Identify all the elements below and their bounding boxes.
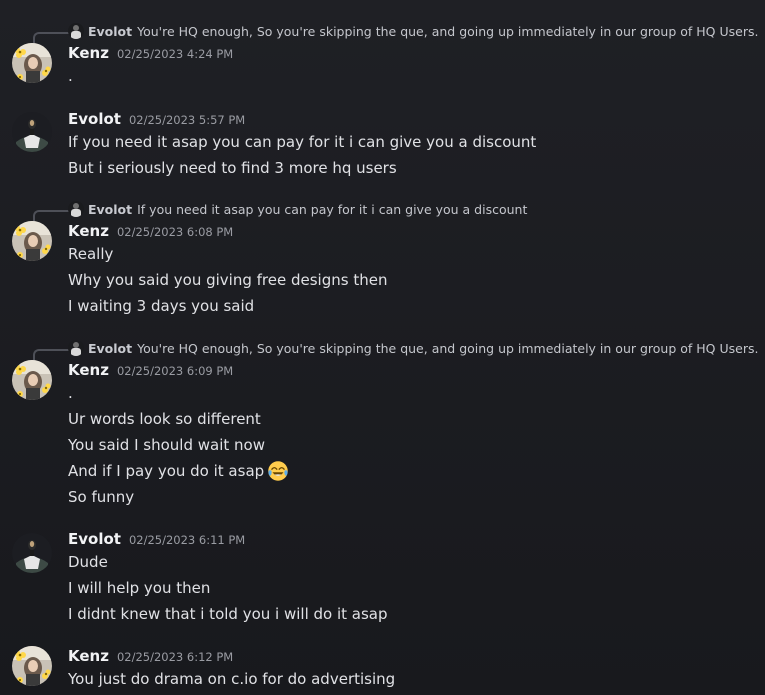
message-text: Why you said you giving free designs the…: [68, 271, 388, 289]
message-text: .: [68, 384, 73, 402]
message-header: Kenz 02/25/2023 6:12 PM: [68, 647, 233, 669]
reply-author[interactable]: Evolot: [88, 341, 132, 356]
author-name[interactable]: Kenz: [68, 44, 109, 62]
message-text: Ur words look so different: [68, 410, 261, 428]
message-text: You said I should wait now: [68, 436, 265, 454]
message-header: Kenz 02/25/2023 6:08 PM: [68, 222, 233, 244]
evolot-mini-avatar: [68, 340, 84, 356]
evolot-avatar[interactable]: [12, 533, 52, 573]
evolot-avatar[interactable]: [12, 112, 52, 152]
message-text-content: And if I pay you do it asap: [68, 462, 265, 480]
author-name[interactable]: Kenz: [68, 222, 109, 240]
message-text: Dude: [68, 553, 108, 571]
message-text: If you need it asap you can pay for it i…: [68, 133, 537, 151]
timestamp: 02/25/2023 4:24 PM: [116, 47, 234, 61]
joy-emoji-icon: [268, 461, 288, 481]
reply-text: You're HQ enough, So you're skipping the…: [137, 340, 759, 356]
timestamp: 02/25/2023 6:09 PM: [116, 364, 234, 378]
reply-spine: [33, 349, 69, 361]
reply-preview[interactable]: Evolot You're HQ enough, So you're skipp…: [68, 21, 758, 41]
reply-preview[interactable]: Evolot You're HQ enough, So you're skipp…: [68, 338, 758, 358]
kenz-avatar[interactable]: [12, 221, 52, 261]
kenz-avatar[interactable]: [12, 43, 52, 83]
reply-author[interactable]: Evolot: [88, 24, 132, 39]
message-text: I waiting 3 days you said: [68, 297, 255, 315]
author-name[interactable]: Evolot: [68, 110, 121, 128]
author-name[interactable]: Kenz: [68, 361, 109, 379]
message-header: Kenz 02/25/2023 6:09 PM: [68, 361, 233, 383]
timestamp: 02/25/2023 5:57 PM: [128, 113, 246, 127]
kenz-avatar[interactable]: [12, 360, 52, 400]
reply-text: If you need it asap you can pay for it i…: [137, 201, 528, 217]
evolot-mini-avatar: [68, 201, 84, 217]
message-text: So funny: [68, 488, 135, 506]
timestamp: 02/25/2023 6:08 PM: [116, 225, 234, 239]
reply-author[interactable]: Evolot: [88, 202, 132, 217]
message-text: You just do drama on c.io for do adverti…: [68, 670, 396, 688]
kenz-avatar[interactable]: [12, 646, 52, 686]
reply-spine: [33, 210, 69, 222]
message-header: Evolot 02/25/2023 5:57 PM: [68, 110, 245, 132]
message-text: I didnt knew that i told you i will do i…: [68, 605, 388, 623]
author-name[interactable]: Kenz: [68, 647, 109, 665]
reply-spine: [33, 32, 69, 44]
message-text: I will help you then: [68, 579, 211, 597]
author-name[interactable]: Evolot: [68, 530, 121, 548]
reply-preview[interactable]: Evolot If you need it asap you can pay f…: [68, 199, 527, 219]
chat-message-list[interactable]: Evolot You're HQ enough, So you're skipp…: [0, 0, 765, 695]
reply-text: You're HQ enough, So you're skipping the…: [137, 23, 759, 39]
timestamp: 02/25/2023 6:12 PM: [116, 650, 234, 664]
message-text: Really: [68, 245, 114, 263]
message-header: Evolot 02/25/2023 6:11 PM: [68, 530, 245, 552]
timestamp: 02/25/2023 6:11 PM: [128, 533, 246, 547]
message-text: And if I pay you do it asap: [68, 459, 289, 483]
message-text: But i seriously need to find 3 more hq u…: [68, 159, 397, 177]
message-header: Kenz 02/25/2023 4:24 PM: [68, 44, 233, 66]
message-text: .: [68, 67, 73, 85]
evolot-mini-avatar: [68, 23, 84, 39]
